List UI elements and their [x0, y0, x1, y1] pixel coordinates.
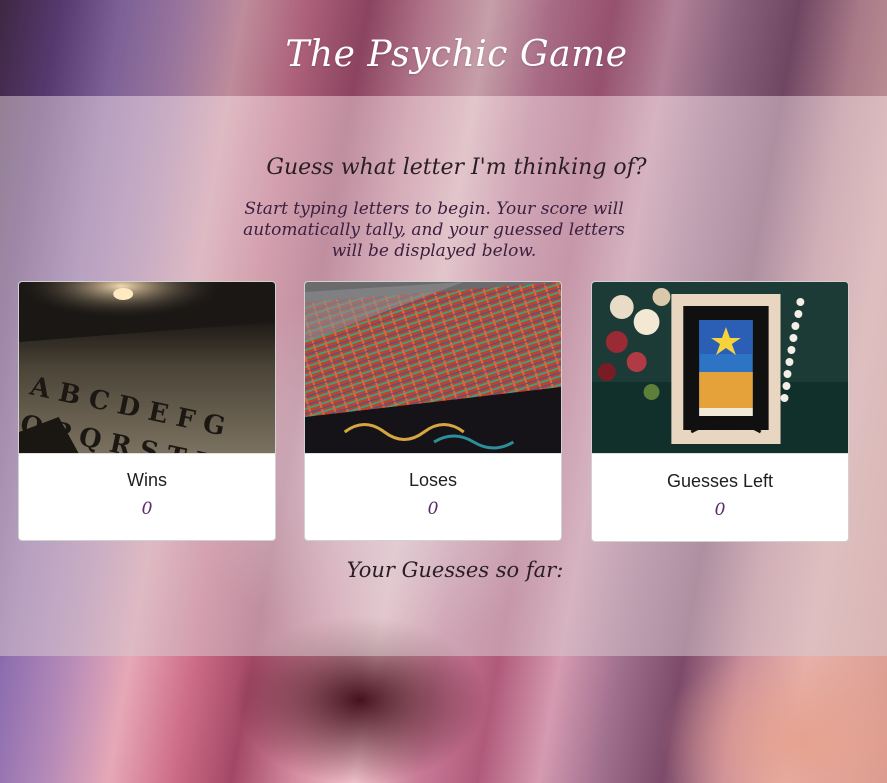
loses-card: Loses 0 [304, 281, 562, 541]
guesses-left-label: Guesses Left [666, 471, 774, 491]
prompt-heading: Guess what letter I'm thinking of? [266, 155, 647, 180]
wins-value: 0 [141, 499, 153, 519]
instructions-text: Start typing letters to begin. Your scor… [243, 199, 625, 261]
site-title: The Psychic Game [285, 34, 628, 75]
tarot-card-fan-image [305, 282, 561, 454]
guesses-left-value: 0 [714, 500, 726, 520]
ouija-board-image: A B C D E F G O P Q R S T U [19, 282, 275, 454]
wins-label: Wins [127, 470, 167, 490]
loses-label: Loses [408, 470, 458, 490]
guesses-left-card: Guesses Left 0 [591, 281, 849, 542]
guesses-heading: Your Guesses so far: [346, 558, 564, 582]
wins-card: A B C D E F G O P Q R S T U Wins 0 [18, 281, 276, 541]
loses-value: 0 [427, 499, 439, 519]
framed-tarot-card-image [592, 282, 848, 454]
